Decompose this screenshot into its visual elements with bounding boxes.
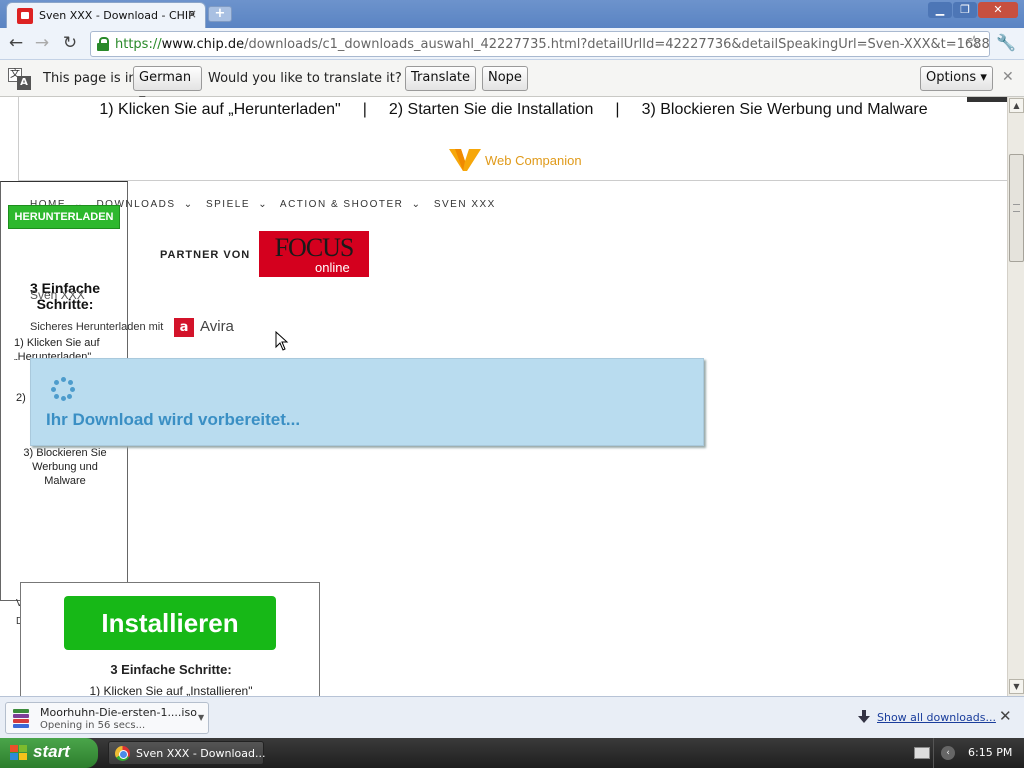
installieren-button[interactable]: Installieren: [64, 596, 276, 650]
title-bar: Sven XXX - Download - CHIP × + ▁ ❐ ✕: [0, 0, 1024, 28]
breadcrumb-label: ACTION & SHOOTER: [279, 199, 404, 210]
translate-icon: 文A: [8, 68, 32, 90]
wrench-icon[interactable]: 🔧: [996, 33, 1016, 52]
left-step-1: 1) Klicken Sie auf „Herunterladen": [14, 337, 100, 360]
chrome-icon: [115, 746, 130, 761]
address-bar[interactable]: https://www.chip.de/downloads/c1_downloa…: [90, 31, 990, 57]
breadcrumb-sven-xxx[interactable]: SVEN XXX: [434, 199, 496, 210]
left-step-3: 3) Blockieren Sie Werbung und Malware: [23, 447, 107, 487]
chevron-down-icon: ⌄: [183, 199, 194, 210]
web-companion-text: Web Companion: [485, 153, 582, 168]
avira-icon: a: [174, 318, 194, 337]
web-companion-logo-icon: [449, 149, 481, 171]
close-window-button[interactable]: ✕: [978, 2, 1018, 18]
browser-toolbar: ← → ↻ https://www.chip.de/downloads/c1_d…: [0, 28, 1024, 60]
page-viewport: 1) Klicken Sie auf „Herunterladen" | 2) St…: [0, 97, 1007, 696]
start-label: start: [33, 742, 70, 761]
download-status: Opening in 56 secs...: [40, 720, 146, 731]
url-text: https://www.chip.de/downloads/c1_downloa…: [115, 37, 990, 52]
product-title: Sven XXX: [30, 288, 85, 302]
download-preparing-text: Ihr Download wird vorbereitet...: [46, 410, 301, 429]
chip-favicon-icon: [17, 8, 33, 24]
keyboard-icon[interactable]: [914, 747, 930, 759]
minimize-button[interactable]: ▁: [928, 2, 952, 18]
taskbar-chrome-window[interactable]: Sven XXX - Download...: [108, 741, 266, 765]
banner-step-1: 1) Klicken Sie auf „Herunterladen": [99, 101, 341, 118]
banner-step-3: 3) Blockieren Sie Werbung und Malware: [641, 101, 928, 118]
windows-logo-icon: [10, 745, 28, 761]
chevron-down-icon: ⌄: [258, 199, 269, 210]
url-path: /downloads/c1_downloads_auswahl_42227735…: [244, 37, 990, 52]
shelf-close-icon[interactable]: ✕: [999, 707, 1012, 725]
options-label: Options: [926, 70, 977, 85]
scroll-up-icon[interactable]: ▲: [1009, 98, 1024, 113]
download-preparing-overlay: Ihr Download wird vorbereitet...: [30, 358, 704, 446]
url-host: www.chip.de: [161, 37, 245, 52]
archive-file-icon: [11, 708, 31, 730]
translate-question: Would you like to translate it?: [208, 71, 402, 86]
show-all-downloads-link[interactable]: Show all downloads...: [877, 711, 996, 724]
install-step-1: 1) Klicken Sie auf „Installieren": [89, 684, 253, 696]
avira-label: Avira: [200, 318, 234, 335]
new-tab-button[interactable]: +: [208, 6, 232, 22]
tray-separator: [933, 738, 934, 768]
chevron-down-icon[interactable]: ▼: [198, 713, 204, 722]
tray-expand-icon[interactable]: ‹: [941, 746, 955, 760]
mouse-cursor-icon: [275, 331, 289, 351]
steps-banner: 1) Klicken Sie auf „Herunterladen" | 2) St…: [18, 97, 1007, 181]
breadcrumb-label: SPIELE: [205, 199, 250, 210]
download-item[interactable]: Moorhuhn-Die-ersten-1....iso Opening in …: [5, 702, 209, 734]
translate-infobar: 文A This page is in German ▾ Would you li…: [0, 60, 1024, 107]
forward-button[interactable]: →: [32, 34, 52, 54]
install-box: Installieren 3 Einfache Schritte: 1) Kli…: [20, 582, 320, 696]
lock-icon: [97, 37, 109, 51]
step-separator: |: [615, 101, 620, 118]
steps-line: 1) Klicken Sie auf „Herunterladen" | 2) St…: [19, 101, 1007, 119]
system-clock[interactable]: 6:15 PM: [968, 746, 1012, 759]
step-separator: |: [362, 101, 367, 118]
chevron-down-icon: ▾: [980, 70, 987, 85]
back-button[interactable]: ←: [6, 34, 26, 54]
download-shelf: Moorhuhn-Die-ersten-1....iso Opening in …: [0, 696, 1024, 738]
infobar-close-icon[interactable]: ✕: [1002, 69, 1014, 85]
tab-title: Sven XXX - Download - CHIP: [39, 9, 195, 22]
install-steps-heading: 3 Einfache Schritte:: [110, 662, 232, 677]
language-select[interactable]: German ▾: [133, 66, 202, 107]
tab-close-icon[interactable]: ×: [187, 7, 197, 21]
herunterladen-button[interactable]: HERUNTERLADEN: [8, 205, 120, 229]
maximize-button[interactable]: ❐: [953, 2, 977, 18]
focus-word: FOCUS: [274, 233, 355, 262]
focus-sub: online: [315, 260, 350, 275]
language-value: German: [139, 70, 192, 85]
banner-step-2: 2) Starten Sie die Installation: [388, 101, 594, 118]
loading-spinner-icon: [51, 377, 75, 401]
focus-online-logo[interactable]: FOCUS online: [259, 231, 369, 277]
nope-button[interactable]: Nope: [482, 66, 528, 91]
chevron-down-icon: ⌄: [411, 199, 422, 210]
download-arrow-icon: [858, 710, 870, 723]
browser-tab[interactable]: Sven XXX - Download - CHIP ×: [6, 2, 206, 28]
partner-label: PARTNER VON: [160, 249, 251, 261]
windows-taskbar: start Sven XXX - Download...: [0, 738, 1024, 768]
reload-button[interactable]: ↻: [60, 34, 80, 54]
translate-prefix: This page is in: [43, 71, 137, 86]
download-file-name: Moorhuhn-Die-ersten-1....iso: [40, 706, 197, 719]
translate-button[interactable]: Translate: [405, 66, 477, 91]
url-scheme: https://: [115, 37, 162, 52]
bookmark-star-icon[interactable]: ☆: [966, 32, 982, 53]
scroll-down-icon[interactable]: ▼: [1009, 679, 1024, 694]
options-button[interactable]: Options ▾: [920, 66, 993, 91]
breadcrumb-spiele[interactable]: SPIELE ⌄: [206, 199, 272, 210]
start-button[interactable]: start: [0, 738, 98, 768]
scroll-thumb[interactable]: [1009, 154, 1024, 262]
page-scrollbar[interactable]: ▲ ▼: [1007, 97, 1024, 696]
safe-download-text: Sicheres Herunterladen mit: [30, 321, 164, 333]
taskbar-window-label: Sven XXX - Download...: [136, 747, 266, 760]
breadcrumb-action-shooter[interactable]: ACTION & SHOOTER ⌄: [280, 199, 426, 210]
